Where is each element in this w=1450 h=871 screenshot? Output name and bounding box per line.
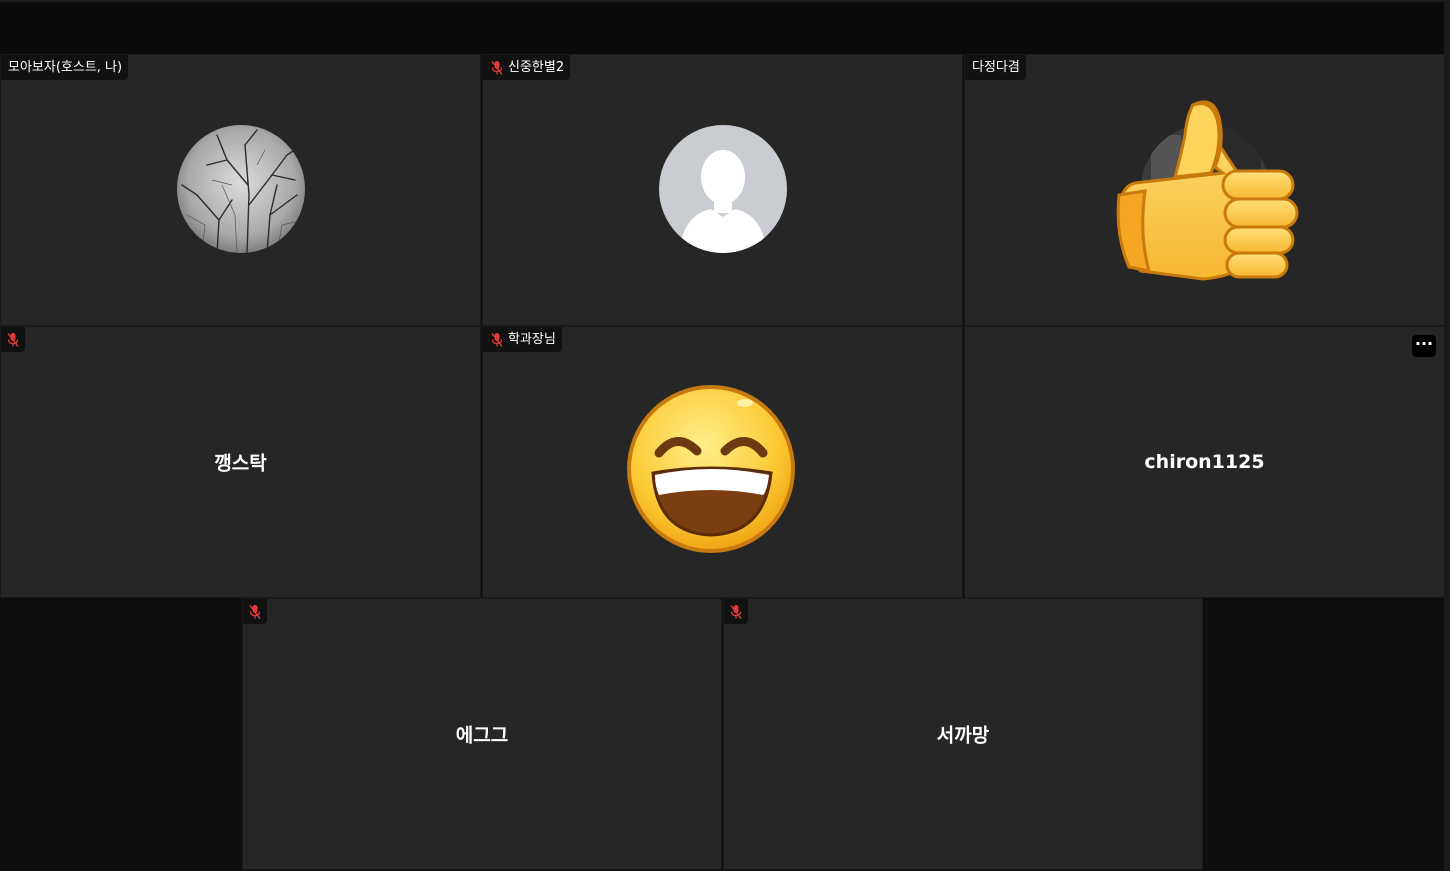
- default-avatar: [658, 125, 787, 253]
- thumbs-up-icon: [1116, 100, 1299, 281]
- participant-name: 모아보자(호스트, 나): [8, 60, 123, 75]
- participant-tile[interactable]: 서까망: [723, 598, 1203, 870]
- mic-muted-icon: [7, 332, 19, 347]
- participant-tile[interactable]: ··· chiron1125: [964, 326, 1445, 598]
- participant-display-name: 깽스탁: [214, 452, 267, 475]
- top-bar: [0, 0, 1450, 54]
- participant-nametag: 학과장님: [483, 327, 562, 352]
- laughing-face-icon: [627, 385, 795, 553]
- participant-tile[interactable]: 신중한별2: [482, 54, 963, 326]
- participant-nametag: [243, 599, 267, 624]
- participant-nametag: [1, 327, 25, 352]
- participant-nametag: 모아보자(호스트, 나): [1, 55, 129, 80]
- profile-photo-avatar: [176, 125, 305, 253]
- participant-tile[interactable]: 에그그: [242, 598, 722, 870]
- meeting-gallery-view: 모아보자(호스트, 나) 신중한별2 다정다겸 깽스탁 학과장님 ··· chi…: [0, 0, 1450, 871]
- participant-name: 학과장님: [508, 332, 556, 347]
- mic-muted-icon: [730, 604, 742, 619]
- mic-muted-icon: [491, 332, 503, 347]
- participant-nametag: [724, 599, 748, 624]
- participant-name: 다정다겸: [972, 60, 1020, 75]
- participant-name: 신중한별2: [508, 60, 565, 75]
- participant-display-name: chiron1125: [1144, 451, 1265, 473]
- participant-display-name: 에그그: [455, 724, 509, 747]
- mic-muted-icon: [491, 60, 503, 75]
- participant-nametag: 다정다겸: [965, 55, 1026, 80]
- more-options-button[interactable]: ···: [1412, 335, 1436, 357]
- participant-nametag: 신중한별2: [483, 55, 571, 80]
- participant-tile[interactable]: 모아보자(호스트, 나): [0, 54, 481, 326]
- participant-display-name: 서까망: [936, 724, 990, 747]
- mic-muted-icon: [249, 604, 261, 619]
- participant-tile[interactable]: 깽스탁: [0, 326, 481, 598]
- participant-tile[interactable]: 다정다겸: [964, 54, 1445, 326]
- participant-tile[interactable]: 학과장님: [482, 326, 963, 598]
